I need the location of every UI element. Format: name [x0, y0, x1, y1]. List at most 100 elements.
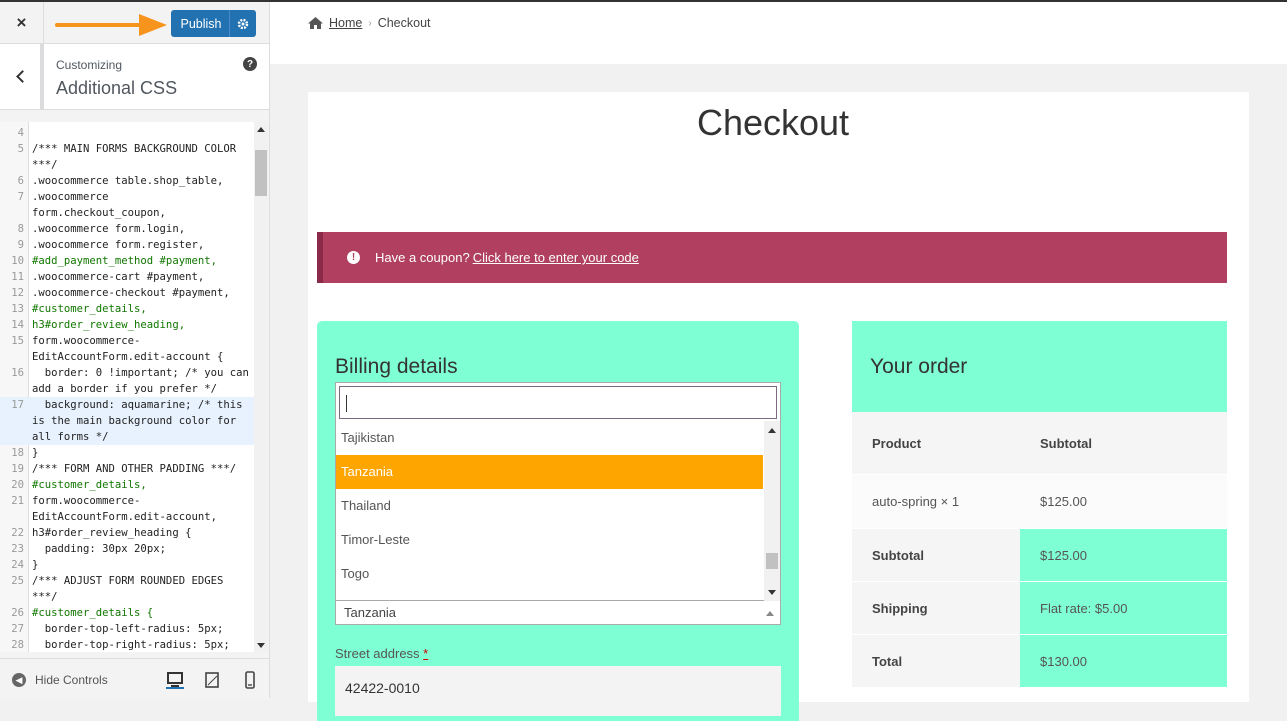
order-row-value: $125.00 — [1020, 529, 1227, 581]
street-address-input[interactable]: 42422-0010 — [335, 666, 781, 716]
section-title: Additional CSS — [56, 78, 178, 98]
code-text: border-top-right-radius: 5px; — [32, 639, 230, 651]
country-option[interactable]: Tanzania — [336, 455, 763, 489]
collapse-icon: ◀ — [12, 673, 26, 687]
desktop-preview-icon[interactable] — [166, 671, 184, 689]
order-review: Your order Product Subtotal auto-spring × … — [852, 321, 1227, 691]
order-row-value: Flat rate: $5.00 — [1020, 582, 1227, 634]
code-text: .woocommerce form.checkout_coupon, — [32, 191, 166, 219]
line-number: 13 — [11, 303, 24, 315]
chevron-left-icon — [15, 70, 29, 83]
code-line: 26 #customer_details { — [0, 605, 254, 621]
code-text: /*** ADJUST FORM ROUNDED EDGES ***/ — [32, 575, 230, 603]
order-row-label: Total — [852, 635, 1020, 687]
code-line: 4 — [0, 125, 254, 141]
required-mark: * — [423, 646, 429, 661]
code-line: 18} — [0, 445, 254, 461]
country-search-input[interactable] — [339, 386, 777, 419]
code-line: 16 border: 0 !important; /* you can add … — [0, 365, 254, 397]
country-select[interactable]: Tanzania — [335, 601, 781, 625]
site-header: Home › Checkout — [270, 2, 1287, 64]
scroll-thumb[interactable] — [766, 553, 778, 569]
code-text: .woocommerce table.shop_table, — [32, 175, 224, 187]
country-option[interactable]: Tajikistan — [336, 421, 763, 455]
code-line: 6 .woocommerce table.shop_table, — [0, 173, 254, 189]
code-line: 21 form.woocommerce- EditAccountForm.edit… — [0, 493, 254, 525]
editor-scrollbar[interactable] — [254, 122, 268, 652]
help-icon[interactable]: ? — [243, 57, 257, 71]
line-number: 10 — [11, 255, 24, 267]
scroll-thumb[interactable] — [255, 150, 267, 196]
home-icon — [308, 17, 323, 29]
code-text: /*** FORM AND OTHER PADDING ***/ — [32, 463, 237, 475]
street-address-label: Street address * — [335, 646, 428, 661]
line-number: 22 — [11, 527, 24, 539]
code-text: #customer_details { — [32, 607, 154, 619]
order-row: Product Subtotal — [852, 412, 1227, 475]
code-text: border-top-left-radius: 5px; — [32, 623, 224, 635]
chevron-up-icon — [766, 611, 774, 616]
country-option[interactable]: Togo — [336, 557, 763, 591]
line-number: 16 — [11, 367, 24, 379]
code-text: .woocommerce form.login, — [32, 223, 186, 235]
order-row-label: Subtotal — [852, 529, 1020, 581]
scroll-up-icon[interactable] — [768, 428, 776, 433]
code-text: } — [32, 559, 39, 571]
scroll-down-icon[interactable] — [768, 590, 776, 595]
code-line: 11 .woocommerce-cart #payment, — [0, 269, 254, 285]
coupon-text: Have a coupon? — [375, 250, 470, 265]
line-number: 19 — [11, 463, 24, 475]
coupon-link[interactable]: Click here to enter your code — [473, 250, 639, 265]
code-text: .woocommerce form.register, — [32, 239, 205, 251]
gear-icon[interactable] — [229, 10, 256, 37]
annotation-arrow-icon — [55, 14, 167, 36]
code-text: } — [32, 447, 39, 459]
country-dropdown[interactable]: Tajikistan Tanzania Thailand Timor-Leste Tog… — [335, 382, 781, 601]
code-text: form.woocommerce- EditAccountForm.edit-a… — [32, 495, 217, 523]
line-number: 5 — [17, 143, 24, 155]
code-line: 7 .woocommerce form.checkout_coupon, — [0, 189, 254, 221]
country-options-list[interactable]: Tajikistan Tanzania Thailand Timor-Leste Tog… — [336, 421, 763, 601]
line-number: 15 — [11, 335, 24, 347]
code-line: 28 border-top-right-radius: 5px; — [0, 637, 254, 652]
code-text: form.woocommerce- EditAccountForm.edit-a… — [32, 335, 224, 363]
tablet-preview-icon[interactable] — [203, 671, 221, 689]
code-text: .woocommerce-cart #payment, — [32, 271, 205, 283]
code-text: #add_payment_method #payment, — [32, 255, 217, 267]
scroll-down-icon[interactable] — [257, 643, 265, 648]
line-number: 4 — [17, 127, 24, 139]
hide-controls-button[interactable]: ◀ Hide Controls — [12, 673, 108, 687]
order-row-value: Subtotal — [1020, 412, 1227, 474]
country-option[interactable]: Timor-Leste — [336, 523, 763, 557]
code-line: 8 .woocommerce form.login, — [0, 221, 254, 237]
order-row-value: $125.00 — [1020, 475, 1227, 528]
line-number: 27 — [11, 623, 24, 635]
breadcrumb-current: Checkout — [377, 16, 431, 30]
scroll-up-icon[interactable] — [257, 127, 265, 132]
line-number: 25 — [11, 575, 24, 587]
code-line: 25 /*** ADJUST FORM ROUNDED EDGES ***/ — [0, 573, 254, 605]
code-line: 19 /*** FORM AND OTHER PADDING ***/ — [0, 461, 254, 477]
order-row: Total $130.00 — [852, 635, 1227, 688]
breadcrumb: Home › Checkout — [308, 16, 431, 30]
order-row: Subtotal $125.00 — [852, 529, 1227, 582]
line-number: 14 — [11, 319, 24, 331]
country-option[interactable]: Thailand — [336, 489, 763, 523]
line-number: 17 — [11, 399, 24, 411]
order-row-label: Shipping — [852, 582, 1020, 634]
dropdown-scrollbar[interactable] — [764, 421, 780, 601]
css-code-editor[interactable]: 4 5 /*** MAIN FORMS BACKGROUND COLOR ***/ 6… — [0, 122, 268, 652]
code-text: h3#order_review_heading { — [32, 527, 192, 539]
customizer-footer: ◀ Hide Controls — [0, 658, 269, 700]
line-number: 26 — [11, 607, 24, 619]
text-cursor — [346, 395, 347, 412]
breadcrumb-separator: › — [368, 17, 372, 29]
page-title: Checkout — [696, 102, 850, 143]
mobile-preview-icon[interactable] — [241, 671, 259, 689]
back-button[interactable] — [0, 44, 44, 109]
close-customizer-button[interactable]: × — [0, 2, 44, 44]
line-number: 24 — [11, 559, 24, 571]
breadcrumb-home-link[interactable]: Home — [329, 16, 362, 30]
publish-button[interactable]: Publish — [171, 10, 256, 37]
